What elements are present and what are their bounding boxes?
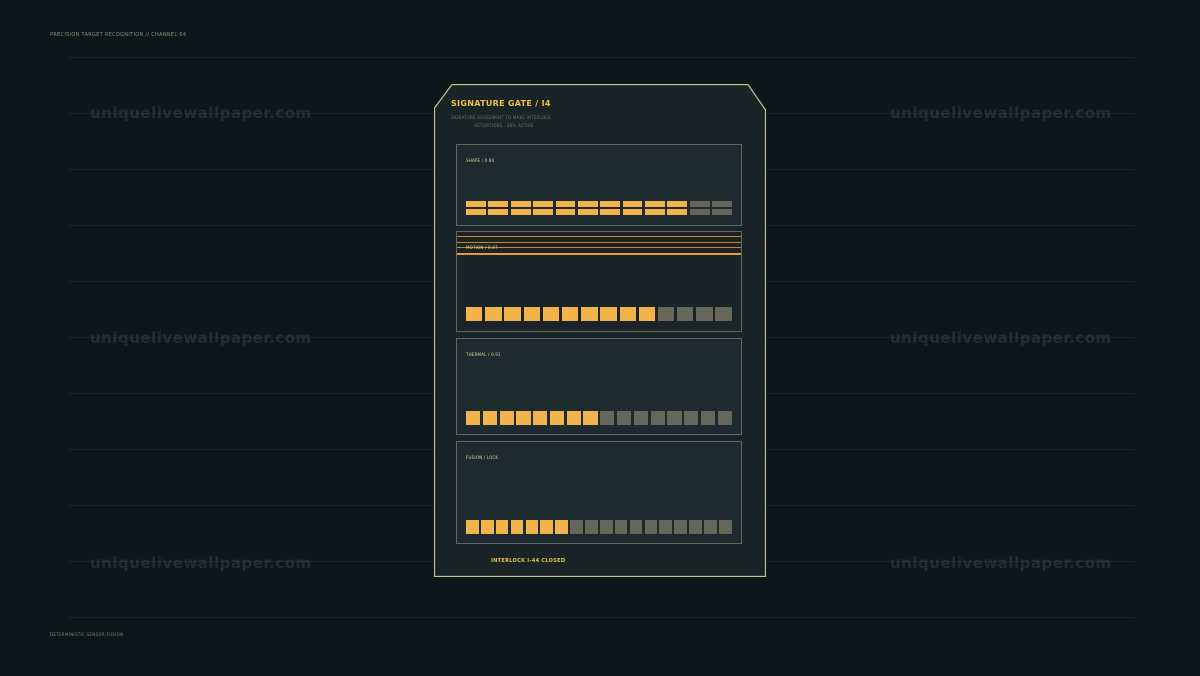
footer-label: DETERMINISTIC SENSOR FUSION	[50, 632, 124, 637]
watermark: uniquelivewallpaper.com	[90, 329, 312, 347]
panel-shape: SHAPE / 0.94	[456, 144, 742, 226]
interlock-status: INTERLOCK I-44 CLOSED	[491, 558, 566, 564]
grid-line	[68, 617, 1134, 618]
level-segment	[622, 201, 643, 215]
panel-label-thermal: THERMAL / 0.91	[466, 352, 501, 357]
level-segment	[717, 411, 732, 425]
level-segment	[619, 307, 636, 321]
level-segment	[657, 307, 675, 321]
level-segment	[704, 520, 717, 534]
level-segment	[617, 411, 632, 425]
level-segment	[555, 520, 568, 534]
level-segment	[718, 520, 732, 534]
level-segment	[583, 411, 598, 425]
level-segment	[566, 411, 581, 425]
level-segment	[659, 520, 673, 534]
level-segment	[466, 520, 479, 534]
panel-label-shape: SHAPE / 0.94	[466, 158, 495, 163]
level-segment	[533, 201, 553, 215]
level-segment	[510, 201, 531, 215]
panel-motion: MOTION / 0.87	[456, 231, 742, 332]
level-segment	[581, 307, 598, 321]
level-segment	[516, 411, 531, 425]
level-segment	[715, 307, 732, 321]
card-title: SIGNATURE GATE / I4	[451, 99, 551, 108]
level-segment	[667, 411, 682, 425]
level-segment	[700, 411, 716, 425]
level-segment	[577, 201, 598, 215]
level-segment	[482, 411, 497, 425]
card-subtitle-secondary: ACTIVATIONS · 88% ACTIVE	[474, 123, 534, 128]
level-segment	[488, 201, 509, 215]
level-segment	[555, 201, 576, 215]
grid-line	[68, 57, 1134, 58]
level-segment	[549, 411, 565, 425]
level-segment	[540, 520, 554, 534]
level-segment	[510, 520, 524, 534]
level-segment	[504, 307, 521, 321]
level-segment	[561, 307, 579, 321]
bars-thermal	[466, 411, 732, 425]
level-segment	[674, 520, 687, 534]
level-segment	[633, 411, 648, 425]
watermark: uniquelivewallpaper.com	[890, 329, 1112, 347]
watermark: uniquelivewallpaper.com	[890, 554, 1112, 572]
level-segment	[667, 201, 688, 215]
level-segment	[644, 520, 658, 534]
level-segment	[677, 307, 694, 321]
level-segment	[600, 307, 617, 321]
level-segment	[570, 520, 583, 534]
level-segment	[600, 411, 615, 425]
level-segment	[466, 411, 481, 425]
level-segment	[638, 307, 656, 321]
level-segment	[650, 411, 665, 425]
watermark: uniquelivewallpaper.com	[890, 104, 1112, 122]
panel-label-motion: MOTION / 0.87	[466, 245, 498, 250]
level-segment	[696, 307, 713, 321]
level-segment	[533, 411, 548, 425]
card-subtitle: SIGNATURE AGREEMENT TO MAKE INTERLOCK	[451, 115, 551, 120]
panel-fusion: FUSION / LOCK	[456, 441, 742, 544]
header-label: PRECISION TARGET RECOGNITION // CHANNEL …	[50, 32, 187, 38]
level-segment	[645, 201, 665, 215]
level-segment	[600, 201, 621, 215]
watermark: uniquelivewallpaper.com	[90, 104, 312, 122]
level-segment	[599, 520, 613, 534]
level-segment	[485, 307, 502, 321]
level-segment	[466, 201, 486, 215]
panel-label-fusion: FUSION / LOCK	[466, 455, 499, 460]
level-segment	[585, 520, 598, 534]
level-segment	[689, 520, 702, 534]
bars-motion	[466, 307, 732, 321]
watermark: uniquelivewallpaper.com	[90, 554, 312, 572]
level-segment	[689, 201, 710, 215]
signature-gate-card: SIGNATURE GATE / I4 SIGNATURE AGREEMENT …	[434, 84, 766, 577]
level-segment	[480, 520, 494, 534]
bars-shape	[466, 201, 732, 215]
level-segment	[525, 520, 539, 534]
level-segment	[466, 307, 483, 321]
level-segment	[542, 307, 560, 321]
bars-fusion	[466, 520, 732, 534]
level-segment	[614, 520, 628, 534]
level-segment	[523, 307, 540, 321]
level-segment	[629, 520, 643, 534]
level-segment	[495, 520, 509, 534]
panel-thermal: THERMAL / 0.91	[456, 338, 742, 435]
level-segment	[499, 411, 514, 425]
level-segment	[712, 201, 732, 215]
level-segment	[684, 411, 699, 425]
